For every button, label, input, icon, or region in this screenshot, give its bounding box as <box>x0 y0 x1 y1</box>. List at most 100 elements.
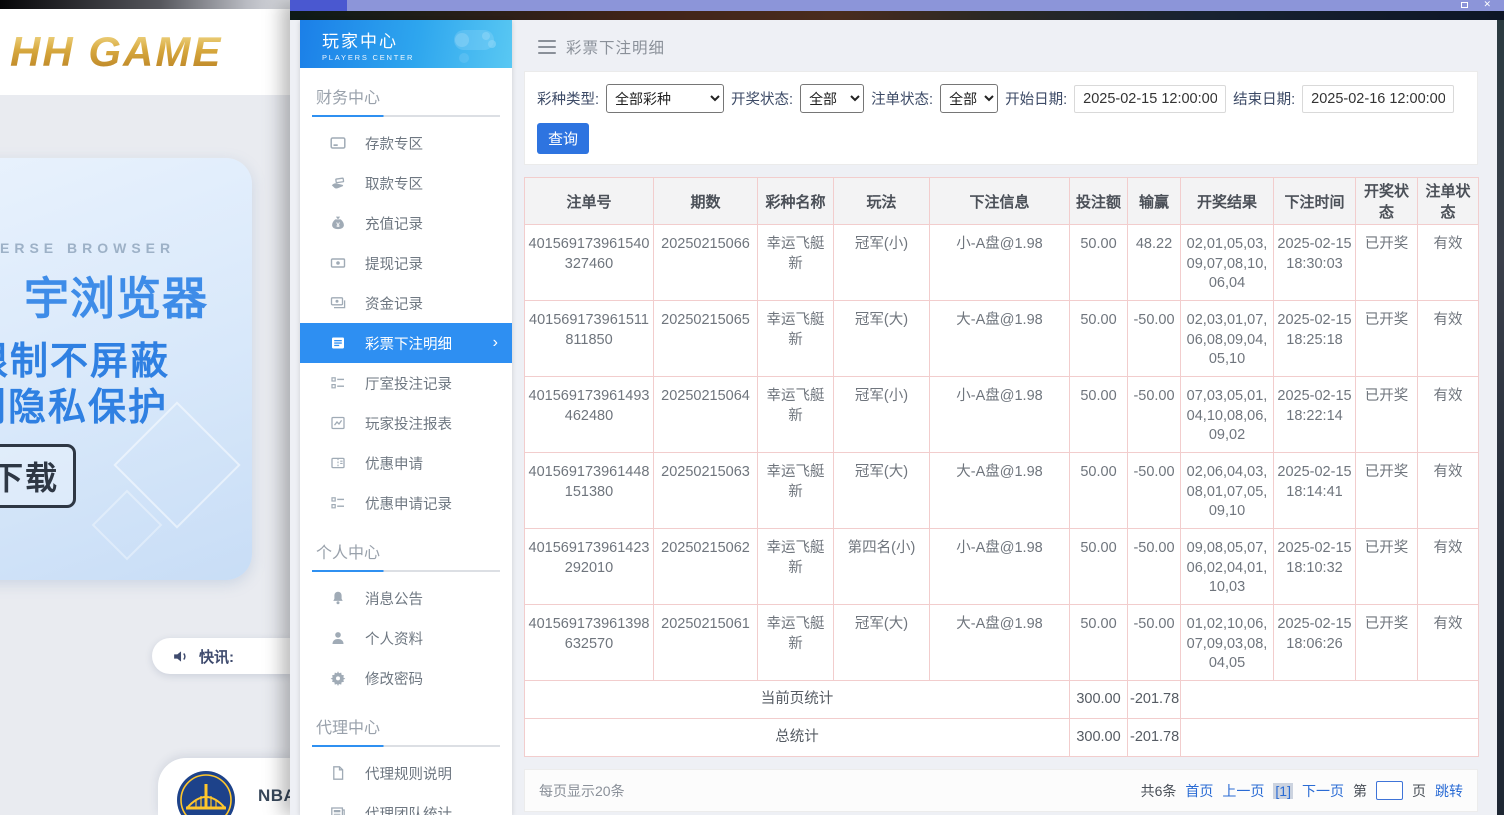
sidebar-section-label: 财务中心 <box>300 68 512 110</box>
end-date-input[interactable] <box>1302 85 1454 113</box>
table-cell: 2025-02-15 18:14:41 <box>1274 453 1356 529</box>
table-cell: 已开奖 <box>1356 377 1418 453</box>
sidebar-item-label: 取款专区 <box>365 173 423 194</box>
table-cell: 幸运飞艇新 <box>758 225 834 301</box>
section-underline <box>312 115 500 117</box>
page-jump-input[interactable] <box>1376 781 1403 800</box>
table-cell: 20250215063 <box>654 453 758 529</box>
maximize-button[interactable] <box>1461 2 1468 8</box>
sidebar-item-label: 彩票下注明细 <box>365 333 452 354</box>
sidebar-item-label: 厅室投注记录 <box>365 373 452 394</box>
ad-headline: 宇浏览器 <box>24 262 208 327</box>
table-cell: 50.00 <box>1070 301 1128 377</box>
table-cell: 20250215061 <box>654 605 758 681</box>
menu-toggle-icon[interactable] <box>538 40 556 54</box>
summary-win-loss: -201.78 <box>1128 719 1181 757</box>
table-cell: 冠军(小) <box>834 377 930 453</box>
site-logo-bar: HH GAME <box>0 9 290 95</box>
start-date-input[interactable] <box>1074 85 1226 113</box>
table-cell: 已开奖 <box>1356 225 1418 301</box>
sidebar-item-promo-apply-record[interactable]: 优惠申请记录 <box>300 483 512 523</box>
summary-empty <box>1181 681 1479 719</box>
table-cell: 第四名(小) <box>834 529 930 605</box>
table-cell: 20250215065 <box>654 301 758 377</box>
table-cell: 50.00 <box>1070 377 1128 453</box>
query-button[interactable]: 查询 <box>537 123 589 154</box>
table-cell: 幸运飞艇新 <box>758 301 834 377</box>
sidebar-item-funds-record[interactable]: 资金记录 <box>300 283 512 323</box>
sidebar: 玩家中心 PLAYERS CENTER 财务中心存款专区取款专区 ¥充值记录提现记… <box>300 20 512 815</box>
table-cell: -50.00 <box>1128 529 1181 605</box>
page-header: 彩票下注明细 <box>524 20 1490 58</box>
sidebar-item-recharge-record[interactable]: ¥充值记录 <box>300 203 512 243</box>
sidebar-item-hall-bet-record[interactable]: 厅室投注记录 <box>300 363 512 403</box>
summary-bet-total: 300.00 <box>1070 719 1128 757</box>
sidebar-item-agent-rules[interactable]: 代理规则说明 <box>300 753 512 793</box>
gamepad-icon <box>448 24 504 64</box>
sidebar-item-lottery-bet-detail[interactable]: 彩票下注明细› <box>300 323 512 363</box>
column-header: 注单状态 <box>1418 178 1479 225</box>
promo-apply-icon <box>330 455 346 471</box>
order-status-select[interactable]: 全部 <box>940 84 998 113</box>
sidebar-item-agent-team-stats[interactable]: 代理团队统计 <box>300 793 512 815</box>
page-title: 彩票下注明细 <box>566 36 665 58</box>
table-cell: 2025-02-15 18:30:03 <box>1274 225 1356 301</box>
profile-icon <box>330 630 346 646</box>
background-page: HH GAME ERSE BROWSER 宇浏览器 限制不屏蔽 别隐私保护 点击… <box>0 0 290 815</box>
jump-prefix: 第 <box>1353 781 1367 801</box>
draw-status-select[interactable]: 全部 <box>800 84 864 113</box>
table-cell: 50.00 <box>1070 453 1128 529</box>
sidebar-item-label: 代理规则说明 <box>365 763 452 784</box>
jump-link[interactable]: 跳转 <box>1435 781 1463 801</box>
sidebar-item-player-bet-report[interactable]: 玩家投注报表 <box>300 403 512 443</box>
svg-text:¥: ¥ <box>336 222 340 229</box>
table-cell: 50.00 <box>1070 605 1128 681</box>
download-button[interactable]: 点击下载 <box>0 444 76 508</box>
window-titlebar: ✕ <box>290 0 1504 11</box>
next-page-link[interactable]: 下一页 <box>1302 781 1344 801</box>
agent-team-stats-icon <box>330 805 346 815</box>
table-cell: 09,08,05,07,06,02,04,01,10,03 <box>1181 529 1274 605</box>
browser-ad-banner[interactable]: ERSE BROWSER 宇浏览器 限制不屏蔽 别隐私保护 点击下载 <box>0 158 252 580</box>
table-cell: 幸运飞艇新 <box>758 453 834 529</box>
prev-page-link[interactable]: 上一页 <box>1222 781 1264 801</box>
sidebar-item-withdraw[interactable]: 取款专区 <box>300 163 512 203</box>
sidebar-item-profile[interactable]: 个人资料 <box>300 618 512 658</box>
sidebar-item-promo-apply[interactable]: 优惠申请 <box>300 443 512 483</box>
table-cell: 有效 <box>1418 453 1479 529</box>
table-cell: 48.22 <box>1128 225 1181 301</box>
table-cell: 401569173961511811850 <box>525 301 654 377</box>
table-row: 40156917396154032746020250215066幸运飞艇新冠军(… <box>525 225 1479 301</box>
close-button[interactable]: ✕ <box>1483 0 1491 10</box>
table-cell: 冠军(大) <box>834 605 930 681</box>
table-cell: 幸运飞艇新 <box>758 377 834 453</box>
change-password-icon <box>330 670 346 686</box>
first-page-link[interactable]: 首页 <box>1185 781 1213 801</box>
sidebar-item-label: 资金记录 <box>365 293 423 314</box>
sidebar-item-label: 玩家投注报表 <box>365 413 452 434</box>
table-cell: 401569173961493462480 <box>525 377 654 453</box>
table-cell: 50.00 <box>1070 225 1128 301</box>
table-row: 40156917396149346248020250215064幸运飞艇新冠军(… <box>525 377 1479 453</box>
background-top-strip <box>0 0 290 9</box>
table-header-row: 注单号期数彩种名称玩法下注信息投注额输赢开奖结果下注时间开奖状态注单状态 <box>525 178 1479 225</box>
titlebar-accent <box>290 0 347 11</box>
table-cell: 幸运飞艇新 <box>758 605 834 681</box>
lottery-type-select[interactable]: 全部彩种 <box>606 84 724 113</box>
table-cell: 幸运飞艇新 <box>758 529 834 605</box>
table-cell: 401569173961448151380 <box>525 453 654 529</box>
sidebar-item-change-password[interactable]: 修改密码 <box>300 658 512 698</box>
sidebar-item-announcement[interactable]: 消息公告 <box>300 578 512 618</box>
sidebar-header: 玩家中心 PLAYERS CENTER <box>300 20 512 68</box>
sidebar-item-label: 优惠申请 <box>365 453 423 474</box>
sidebar-item-deposit[interactable]: 存款专区 <box>300 123 512 163</box>
sidebar-menu: 财务中心存款专区取款专区 ¥充值记录提现记录资金记录彩票下注明细› 厅室投注记录玩家… <box>300 68 512 815</box>
table-cell: 冠军(大) <box>834 453 930 529</box>
nba-card[interactable]: NBA <box>158 758 290 815</box>
page-banner-strip <box>290 11 1504 20</box>
sidebar-item-withdrawal-record[interactable]: 提现记录 <box>300 243 512 283</box>
summary-label: 当前页统计 <box>525 681 1070 719</box>
sidebar-item-label: 提现记录 <box>365 253 423 274</box>
table-cell: 有效 <box>1418 225 1479 301</box>
speaker-icon <box>172 648 189 665</box>
